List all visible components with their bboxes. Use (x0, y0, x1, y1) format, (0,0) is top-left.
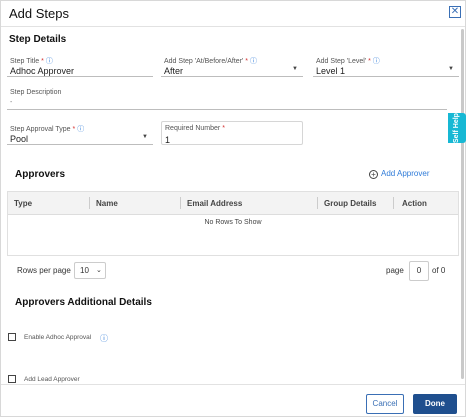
add-step-position-value: After (164, 66, 184, 76)
step-title-label: Step Title * ⓘ (10, 56, 53, 66)
column-header-type[interactable]: Type (14, 199, 32, 208)
info-icon[interactable]: ⓘ (100, 333, 108, 344)
rows-per-page-select[interactable]: 10 ⌄ (74, 262, 106, 279)
dialog-title: Add Steps (9, 6, 69, 21)
rows-per-page-label: Rows per page (17, 266, 71, 275)
dialog-header: Add Steps ✕ (1, 1, 465, 27)
chevron-down-icon: ▼ (142, 134, 148, 140)
add-approver-label: Add Approver (381, 169, 430, 178)
required-number-label-text: Required Number (165, 125, 221, 132)
add-step-position-label: Add Step 'At/Before/After' * ⓘ (164, 56, 257, 66)
column-header-name[interactable]: Name (96, 199, 118, 208)
additional-details-heading: Approvers Additional Details (15, 297, 152, 308)
add-step-position-label-text: Add Step 'At/Before/After' (164, 58, 244, 65)
close-icon[interactable]: ✕ (449, 6, 461, 18)
page-number-input[interactable]: 0 (409, 261, 429, 281)
add-approver-button[interactable]: + Add Approver (369, 169, 429, 179)
info-icon: ⓘ (45, 58, 53, 65)
page-total-label: of 0 (432, 266, 446, 275)
step-description-value: - (10, 99, 13, 106)
chevron-down-icon: ▼ (448, 66, 454, 72)
approval-type-select[interactable]: Step Approval Type * ⓘ Pool ▼ (7, 121, 153, 145)
required-number-field[interactable]: Required Number * 1 (161, 121, 303, 145)
add-step-position-select[interactable]: Add Step 'At/Before/After' * ⓘ After ▼ (161, 53, 303, 77)
required-number-label: Required Number * (165, 125, 225, 132)
done-button[interactable]: Done (413, 394, 457, 414)
column-separator[interactable] (393, 197, 394, 209)
cancel-button[interactable]: Cancel (366, 394, 404, 414)
add-step-level-label: Add Step 'Level' * ⓘ (316, 56, 380, 66)
required-mark: * (222, 125, 225, 132)
step-title-value: Adhoc Approver (10, 66, 75, 76)
column-header-email[interactable]: Email Address (187, 199, 242, 208)
approval-type-label-text: Step Approval Type (10, 126, 71, 133)
required-mark: * (41, 58, 44, 65)
column-separator[interactable] (89, 197, 90, 209)
add-lead-approver-label: Add Lead Approver (24, 376, 80, 383)
add-step-level-value: Level 1 (316, 66, 346, 76)
approval-type-value: Pool (10, 134, 29, 144)
required-mark: * (72, 126, 76, 133)
approval-type-label: Step Approval Type * ⓘ (10, 124, 84, 134)
enable-adhoc-checkbox[interactable] (8, 333, 16, 341)
add-step-level-select[interactable]: Add Step 'Level' * ⓘ Level 1 ▼ (313, 53, 459, 77)
table-header: Type Name Email Address Group Details Ac… (8, 192, 458, 215)
step-description-label: Step Description (10, 89, 62, 96)
step-title-field[interactable]: Step Title * ⓘ Adhoc Approver (7, 53, 153, 77)
plus-circle-icon: + (369, 170, 378, 179)
enable-adhoc-label: Enable Adhoc Approval (24, 334, 92, 341)
column-header-group-details[interactable]: Group Details (324, 199, 376, 208)
footer-divider (1, 384, 465, 385)
approvers-heading: Approvers (15, 169, 66, 180)
approvers-table: Type Name Email Address Group Details Ac… (7, 191, 459, 255)
column-separator[interactable] (180, 197, 181, 209)
add-steps-dialog: Add Steps ✕ Step Details Step Title * ⓘ … (0, 0, 466, 417)
add-step-level-label-text: Add Step 'Level' (316, 58, 367, 65)
required-mark: * (368, 58, 371, 65)
info-icon: ⓘ (372, 58, 380, 65)
add-lead-approver-checkbox[interactable] (8, 375, 16, 383)
column-header-action[interactable]: Action (402, 199, 427, 208)
rows-per-page-value: 10 (80, 266, 89, 275)
required-mark: * (245, 58, 249, 65)
chevron-down-icon: ⌄ (96, 267, 102, 274)
chevron-down-icon: ▼ (292, 66, 298, 72)
step-title-label-text: Step Title (10, 58, 40, 65)
vertical-scrollbar[interactable] (461, 29, 464, 379)
required-number-value: 1 (165, 135, 171, 145)
self-help-tab[interactable]: Self Help (448, 113, 466, 143)
divider (7, 255, 459, 256)
info-icon: ⓘ (249, 58, 257, 65)
info-icon: ⓘ (77, 126, 85, 133)
column-separator[interactable] (317, 197, 318, 209)
step-description-field[interactable]: Step Description - (7, 86, 447, 110)
empty-table-message: No Rows To Show (204, 219, 262, 226)
page-label: page (386, 266, 404, 275)
step-details-heading: Step Details (9, 34, 67, 45)
